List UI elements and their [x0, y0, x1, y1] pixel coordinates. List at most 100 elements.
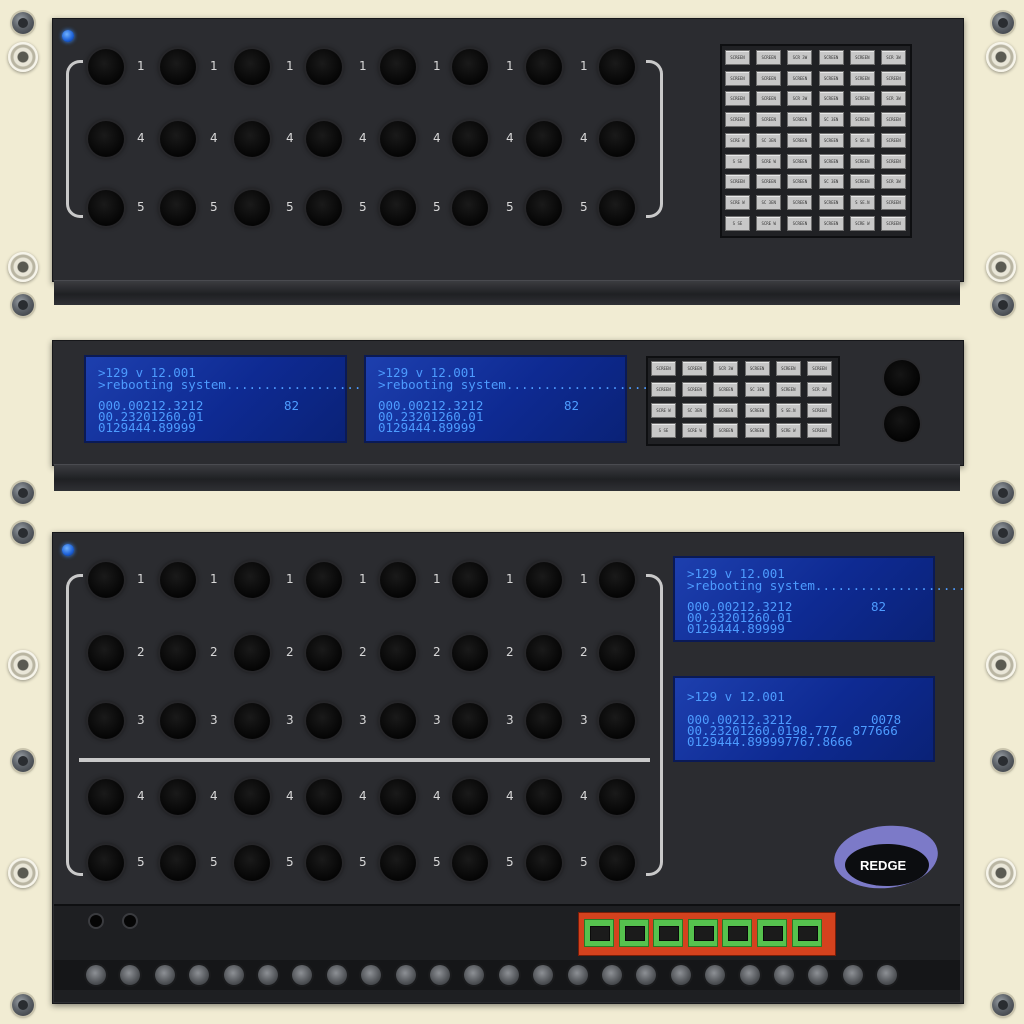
patch-jack[interactable]	[88, 121, 124, 157]
patch-jack[interactable]	[88, 779, 124, 815]
matrix-button[interactable]: SCR 3W	[713, 361, 739, 376]
patch-jack[interactable]	[160, 49, 196, 85]
matrix-button[interactable]: SCRE W	[725, 194, 750, 210]
patch-jack[interactable]	[160, 190, 196, 226]
matrix-button[interactable]: SCR 3W	[881, 50, 906, 65]
matrix-button[interactable]: SCREEN	[787, 132, 813, 148]
matrix-button[interactable]: SCREEN	[818, 132, 844, 148]
patch-jack[interactable]	[380, 49, 416, 85]
io-port[interactable]	[395, 965, 416, 985]
matrix-button[interactable]: SCREEN	[725, 112, 750, 128]
matrix-button[interactable]: SCRE W	[775, 423, 801, 439]
matrix-button[interactable]: SC 3EN	[818, 174, 844, 190]
patch-jack[interactable]	[88, 49, 124, 85]
patch-jack[interactable]	[452, 779, 488, 815]
matrix-button[interactable]: SCREEN	[713, 423, 739, 439]
matrix-button[interactable]: SCRE W	[756, 215, 782, 231]
matrix-button[interactable]: S SE	[725, 215, 750, 231]
patch-jack[interactable]	[452, 49, 488, 85]
io-port[interactable]	[602, 965, 622, 985]
patch-jack[interactable]	[599, 562, 635, 598]
patch-jack[interactable]	[526, 121, 562, 157]
matrix-button[interactable]: SC 3EN	[682, 402, 708, 418]
patch-jack[interactable]	[306, 49, 342, 85]
matrix-button[interactable]: S SE	[725, 153, 750, 169]
matrix-button[interactable]: SCREEN	[818, 91, 844, 107]
patch-jack[interactable]	[160, 703, 196, 739]
matrix-button[interactable]: S SE.N	[775, 402, 801, 418]
matrix-button[interactable]: SCREEN	[787, 112, 813, 128]
patch-jack[interactable]	[306, 779, 342, 815]
matrix-button[interactable]: SC 3EN	[756, 132, 782, 148]
patch-jack[interactable]	[452, 703, 488, 739]
io-port[interactable]	[498, 965, 519, 985]
patch-jack[interactable]	[160, 779, 196, 815]
matrix-button[interactable]: SCREEN	[849, 50, 875, 65]
patch-jack[interactable]	[452, 121, 488, 157]
matrix-button[interactable]: S SE.N	[849, 132, 875, 148]
patch-jack[interactable]	[306, 562, 342, 598]
patch-jack[interactable]	[526, 635, 562, 671]
patch-jack[interactable]	[380, 635, 416, 671]
matrix-button[interactable]: SCREEN	[807, 361, 832, 376]
matrix-button[interactable]: SCRE W	[849, 215, 875, 231]
ethernet-port[interactable]	[687, 919, 718, 947]
patch-jack[interactable]	[88, 635, 124, 671]
patch-jack[interactable]	[599, 49, 635, 85]
patch-jack[interactable]	[452, 845, 488, 881]
matrix-button[interactable]: SCREEN	[682, 381, 708, 397]
matrix-button[interactable]: SCREEN	[787, 70, 813, 86]
patch-jack[interactable]	[306, 635, 342, 671]
matrix-button[interactable]: SCREEN	[881, 194, 906, 210]
matrix-button[interactable]: SC 3EN	[756, 194, 782, 210]
matrix-button[interactable]: SCREEN	[744, 402, 770, 418]
patch-jack[interactable]	[306, 703, 342, 739]
patch-jack[interactable]	[599, 635, 635, 671]
patch-jack[interactable]	[380, 121, 416, 157]
matrix-button[interactable]: SCREEN	[818, 215, 844, 231]
matrix-button[interactable]: SCREEN	[818, 153, 844, 169]
matrix-button[interactable]: SCREEN	[787, 153, 813, 169]
matrix-button[interactable]: SCREEN	[775, 381, 801, 397]
patch-jack[interactable]	[526, 845, 562, 881]
matrix-button[interactable]: SC 3EN	[818, 112, 844, 128]
io-port[interactable]	[86, 965, 106, 985]
matrix-button[interactable]: S SE.N	[849, 194, 875, 210]
matrix-button[interactable]: SCREEN	[881, 132, 906, 148]
patch-jack[interactable]	[234, 635, 270, 671]
io-port[interactable]	[223, 965, 244, 985]
io-port[interactable]	[258, 965, 278, 985]
patch-jack[interactable]	[160, 635, 196, 671]
patch-jack[interactable]	[526, 562, 562, 598]
io-port[interactable]	[670, 965, 691, 985]
aux-jack-1[interactable]	[90, 915, 102, 927]
patch-jack[interactable]	[234, 49, 270, 85]
matrix-button[interactable]: SCREEN	[651, 381, 676, 397]
matrix-button[interactable]: SCR 3W	[787, 91, 813, 107]
patch-jack[interactable]	[380, 779, 416, 815]
patch-jack[interactable]	[88, 703, 124, 739]
matrix-button[interactable]: SCREEN	[756, 174, 782, 190]
io-port[interactable]	[567, 965, 588, 985]
matrix-button[interactable]: SCREEN	[807, 423, 832, 439]
matrix-button[interactable]: SCREEN	[787, 215, 813, 231]
patch-jack[interactable]	[599, 703, 635, 739]
patch-jack[interactable]	[452, 635, 488, 671]
matrix-button[interactable]: SCREEN	[881, 215, 906, 231]
patch-jack[interactable]	[234, 845, 270, 881]
io-port[interactable]	[430, 965, 450, 985]
io-port[interactable]	[739, 965, 760, 985]
matrix-button[interactable]: SCREEN	[744, 423, 770, 439]
io-port[interactable]	[154, 965, 175, 985]
matrix-button[interactable]: SCREEN	[744, 361, 770, 376]
patch-jack[interactable]	[88, 562, 124, 598]
io-port[interactable]	[842, 965, 863, 985]
matrix-button[interactable]: SCREEN	[787, 174, 813, 190]
matrix-button[interactable]: SCREEN	[849, 91, 875, 107]
matrix-button[interactable]: SCR 3W	[881, 91, 906, 107]
patch-jack[interactable]	[599, 190, 635, 226]
aux-jack-2[interactable]	[124, 915, 136, 927]
ethernet-port[interactable]	[722, 919, 753, 947]
matrix-button[interactable]: SCREEN	[787, 194, 813, 210]
patch-jack[interactable]	[234, 562, 270, 598]
